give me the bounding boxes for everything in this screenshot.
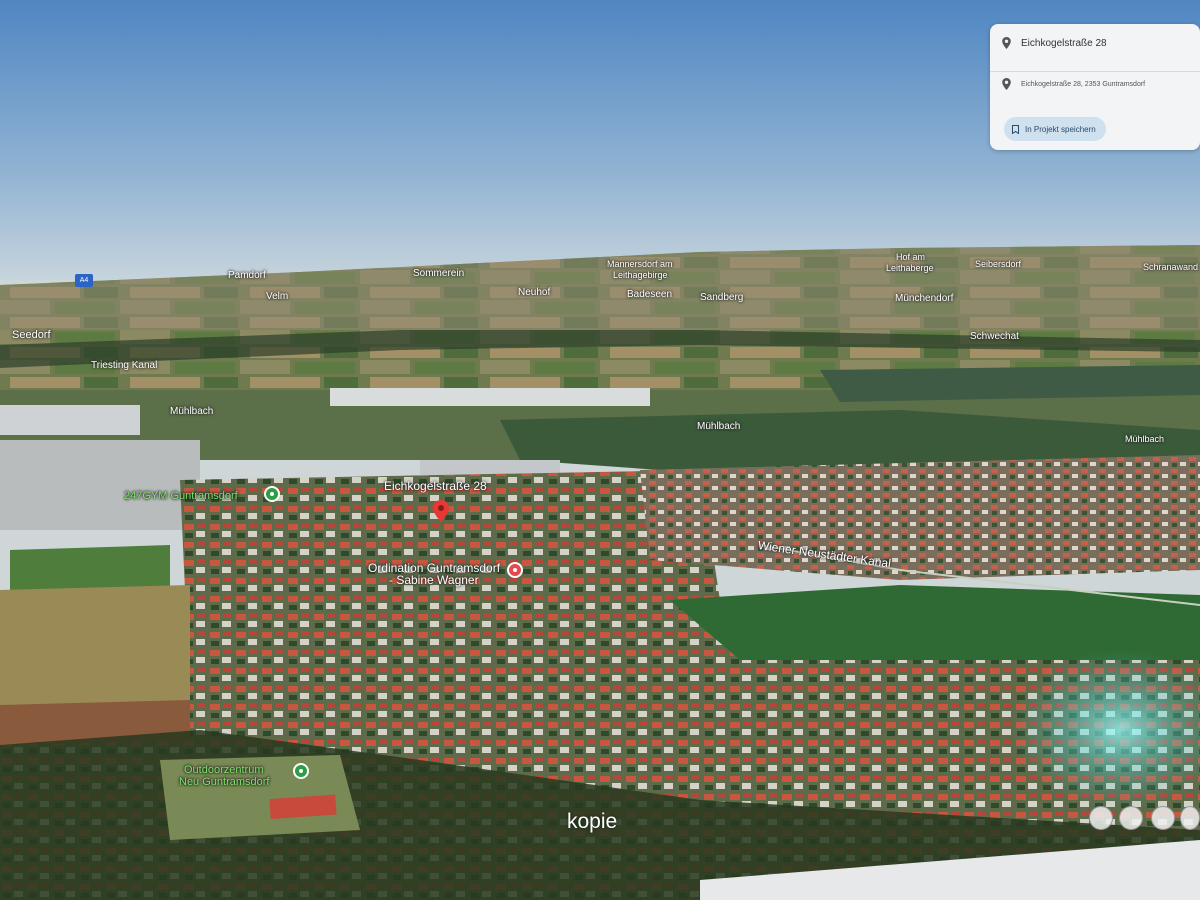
waterway-label[interactable]: Triesting Kanal: [91, 360, 157, 371]
outdoor-poi-icon[interactable]: [293, 763, 309, 779]
place-label[interactable]: Neuhof: [518, 287, 550, 298]
place-title-row[interactable]: Eichkogelstraße 28: [1002, 37, 1107, 49]
map-marker-icon[interactable]: [433, 500, 449, 522]
map-control-button[interactable]: [1151, 806, 1175, 830]
poi-label-gym[interactable]: 247GYM Guntramsdorf: [124, 490, 238, 502]
waterway-label[interactable]: Mühlbach: [170, 406, 213, 417]
gym-poi-icon[interactable]: [264, 486, 280, 502]
medical-poi-icon[interactable]: [507, 562, 523, 578]
place-label[interactable]: Velm: [266, 291, 288, 302]
map-control-button[interactable]: [1180, 806, 1200, 830]
place-info-card[interactable]: Eichkogelstraße 28 Eichkogelstraße 28, 2…: [990, 24, 1200, 150]
place-label[interactable]: Schwechat: [970, 331, 1019, 342]
poi-label-outdoor-sub[interactable]: Neu Guntramsdorf: [179, 776, 269, 788]
place-address-row[interactable]: Eichkogelstraße 28, 2353 Guntramsdorf: [1002, 78, 1145, 90]
poi-label-clinic-sub[interactable]: - Sabine Wagner: [389, 573, 479, 587]
save-to-project-label: In Projekt speichern: [1025, 124, 1096, 134]
map-control-button[interactable]: [1089, 806, 1113, 830]
card-divider: [990, 71, 1200, 72]
place-label[interactable]: Seibersdorf: [975, 259, 1021, 269]
place-label[interactable]: Leithaberge: [886, 263, 934, 273]
place-label[interactable]: Badeseen: [627, 289, 672, 300]
location-pin-icon: [1002, 78, 1011, 90]
highway-shield-icon: A4: [75, 274, 93, 287]
place-label[interactable]: Münchendorf: [895, 293, 953, 304]
place-label[interactable]: Mannersdorf am: [607, 259, 673, 269]
place-address: Eichkogelstraße 28, 2353 Guntramsdorf: [1021, 80, 1146, 88]
place-label[interactable]: Sandberg: [700, 292, 743, 303]
location-pin-icon: [1002, 37, 1011, 49]
waterway-label[interactable]: Mühlbach: [1125, 434, 1164, 444]
map-control-button[interactable]: [1119, 806, 1143, 830]
selected-address-label[interactable]: Eichkogelstraße 28: [384, 479, 487, 493]
save-to-project-button[interactable]: In Projekt speichern: [1004, 117, 1106, 141]
waterway-label[interactable]: Mühlbach: [697, 421, 740, 432]
place-label[interactable]: Leithagebirge: [613, 270, 668, 280]
place-label[interactable]: Pamdorf: [228, 270, 266, 281]
place-label[interactable]: Seedorf: [12, 329, 51, 341]
place-title: Eichkogelstraße 28: [1021, 37, 1107, 49]
bookmark-icon: [1012, 124, 1019, 134]
watermark-text: kopie: [567, 810, 618, 833]
poi-label-outdoor[interactable]: Outdoorzentrum: [184, 764, 263, 776]
place-label[interactable]: Schranawand: [1143, 262, 1198, 272]
place-label[interactable]: Hof am: [896, 252, 925, 262]
place-label[interactable]: Sommerein: [413, 268, 464, 279]
